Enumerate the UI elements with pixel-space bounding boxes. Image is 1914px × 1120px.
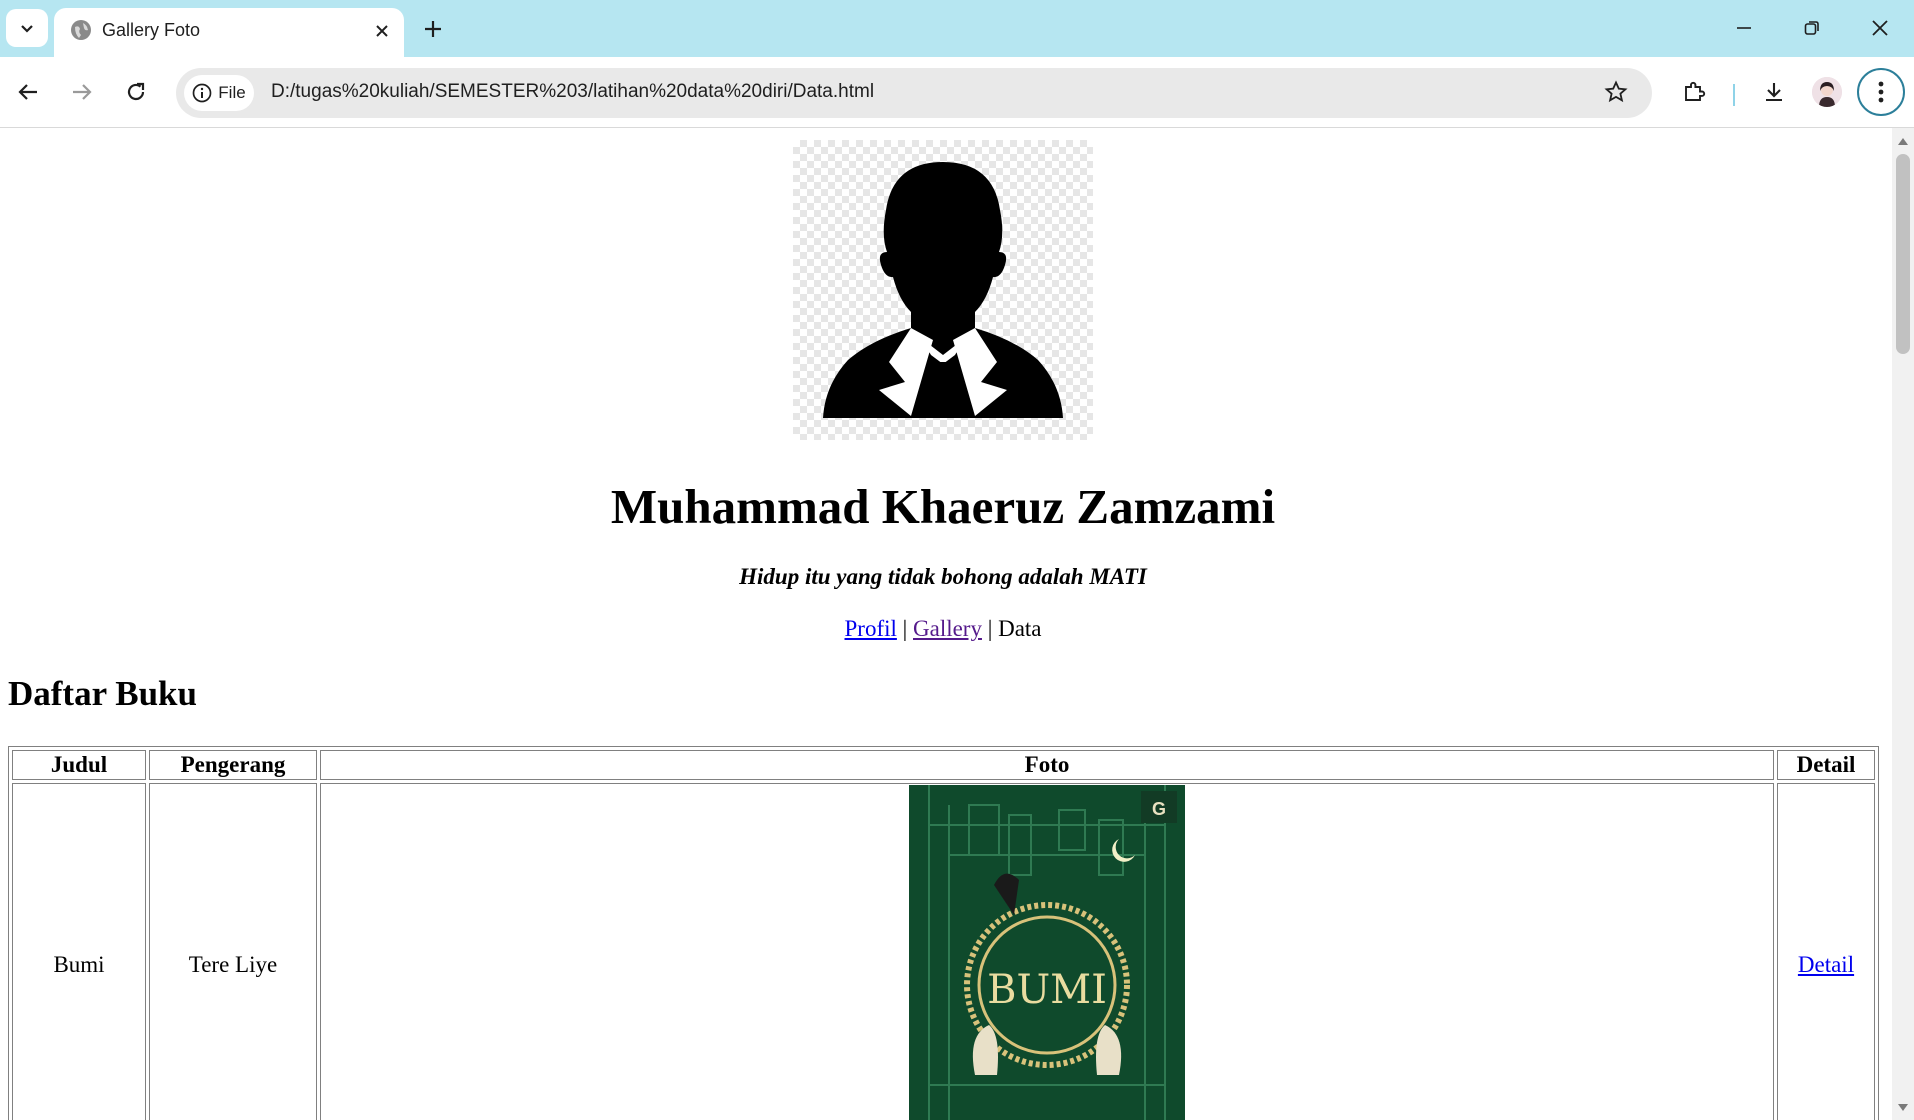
close-icon <box>1872 20 1888 36</box>
reload-button[interactable] <box>117 73 155 111</box>
table-row: Bumi Tere Liye G BUMI Detail <box>12 783 1875 1120</box>
address-bar[interactable]: File D:/tugas%20kuliah/SEMESTER%203/lati… <box>176 68 1652 118</box>
section-heading: Daftar Buku <box>8 674 197 713</box>
scroll-thumb[interactable] <box>1896 154 1910 354</box>
restore-button[interactable] <box>1784 6 1840 50</box>
back-button[interactable] <box>9 73 47 111</box>
globe-icon <box>71 20 91 40</box>
browser-toolbar: File D:/tugas%20kuliah/SEMESTER%203/lati… <box>0 57 1914 128</box>
column-header-judul: Judul <box>12 750 146 780</box>
downloads-button[interactable] <box>1755 73 1793 111</box>
book-cover-image: G BUMI <box>909 785 1185 1120</box>
cell-judul: Bumi <box>12 783 146 1120</box>
page-viewport: Muhammad Khaeruz Zamzami Hidup itu yang … <box>0 128 1892 1120</box>
restore-icon <box>1804 21 1819 35</box>
arrow-left-icon <box>18 84 37 100</box>
puzzle-icon <box>1685 81 1706 101</box>
browser-menu-button[interactable] <box>1857 68 1905 116</box>
cover-title-text: BUMI <box>987 967 1107 1013</box>
reload-icon <box>127 82 145 101</box>
cell-pengarang: Tere Liye <box>149 783 317 1120</box>
nav-separator: | <box>896 616 913 641</box>
scroll-up-arrow[interactable] <box>1898 138 1908 145</box>
profile-avatar[interactable] <box>1812 77 1842 107</box>
page-nav: Profil | Gallery | Data <box>0 616 1886 642</box>
column-header-foto: Foto <box>320 750 1774 780</box>
motto: Hidup itu yang tidak bohong adalah MATI <box>739 564 1147 589</box>
column-header-pengarang: Pengerang <box>149 750 317 780</box>
profile-photo <box>793 140 1093 440</box>
book-cover-art: G BUMI <box>909 785 1185 1120</box>
column-header-detail: Detail <box>1777 750 1875 780</box>
tab-search-button[interactable] <box>6 9 48 47</box>
info-icon <box>192 83 212 103</box>
tab-gallery-foto[interactable]: Gallery Foto <box>54 8 404 57</box>
cover-publisher-badge: G <box>1152 799 1166 819</box>
nav-separator: | <box>981 616 999 641</box>
nav-link-gallery[interactable]: Gallery <box>913 616 982 641</box>
plus-icon <box>425 21 441 37</box>
page-title: Muhammad Khaeruz Zamzami <box>610 479 1276 534</box>
avatar-icon <box>1812 77 1842 107</box>
new-tab-button[interactable] <box>416 12 450 46</box>
close-icon <box>376 25 388 37</box>
more-vertical-icon <box>1878 81 1884 103</box>
scroll-down-arrow[interactable] <box>1898 1104 1908 1111</box>
page-scrollbar[interactable] <box>1892 128 1914 1120</box>
table-header-row: Judul Pengerang Foto Detail <box>12 750 1875 780</box>
download-icon <box>1766 83 1782 102</box>
tab-strip: Gallery Foto <box>0 0 1914 57</box>
chevron-down-icon <box>21 25 33 33</box>
bookmark-button[interactable] <box>1604 80 1628 109</box>
extensions-button[interactable] <box>1675 73 1713 111</box>
arrow-right-icon <box>73 84 92 100</box>
cell-foto: G BUMI <box>320 783 1774 1120</box>
tab-title: Gallery Foto <box>102 20 201 40</box>
detail-link[interactable]: Detail <box>1798 952 1854 977</box>
nav-current-data: Data <box>998 616 1042 641</box>
minimize-button[interactable] <box>1716 6 1772 50</box>
url-text[interactable]: D:/tugas%20kuliah/SEMESTER%203/latihan%2… <box>271 81 874 103</box>
book-table: Judul Pengerang Foto Detail Bumi Tere Li… <box>8 746 1879 1120</box>
site-info-label: File <box>218 83 246 102</box>
close-window-button[interactable] <box>1852 6 1908 50</box>
nav-link-profil[interactable]: Profil <box>845 616 897 641</box>
toolbar-separator <box>1733 84 1735 106</box>
tab-close-button[interactable] <box>369 18 395 44</box>
person-silhouette-icon <box>823 162 1063 418</box>
star-icon <box>1604 80 1628 103</box>
minimize-icon <box>1737 27 1751 29</box>
forward-button[interactable] <box>63 73 101 111</box>
site-info-chip[interactable]: File <box>184 75 254 111</box>
cell-detail: Detail <box>1777 783 1875 1120</box>
